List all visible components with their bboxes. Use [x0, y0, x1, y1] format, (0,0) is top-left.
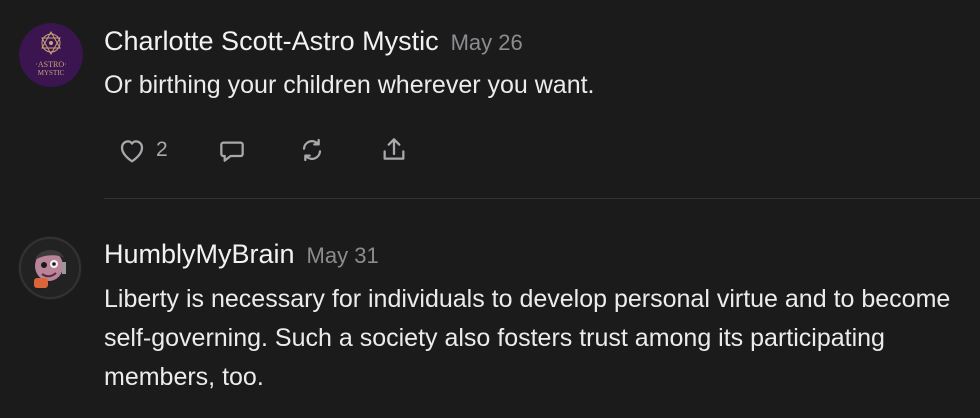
- comment-body: Liberty is necessary for individuals to …: [104, 285, 951, 391]
- comment-date[interactable]: May 26: [451, 30, 523, 55]
- reply-button[interactable]: [216, 130, 248, 170]
- restack-icon: [302, 138, 322, 162]
- like-count: 2: [156, 138, 168, 161]
- astro-mystic-logo-icon: ·ASTRO· MYSTIC: [19, 23, 83, 87]
- comment-author[interactable]: HumblyMyBrain: [104, 239, 295, 269]
- avatar-text-line1: ·ASTRO·: [35, 60, 67, 69]
- comment-divider: [104, 198, 980, 199]
- restack-button[interactable]: [296, 130, 328, 170]
- like-button[interactable]: 2: [116, 130, 168, 170]
- comment-body: Or birthing your children wherever you w…: [104, 71, 595, 99]
- comment-icon: [220, 141, 244, 162]
- avatar[interactable]: ·ASTRO· MYSTIC: [19, 23, 83, 87]
- share-button[interactable]: [378, 130, 410, 170]
- comment-author-line: Charlotte Scott-Astro Mystic May 26: [104, 26, 523, 57]
- share-icon: [383, 138, 405, 160]
- comment-author-line: HumblyMyBrain May 31: [104, 239, 379, 270]
- comment: ·ASTRO· MYSTIC Charlotte Scott-Astro Mys…: [0, 0, 980, 198]
- heart-icon: [120, 140, 144, 163]
- comment-date[interactable]: May 31: [307, 243, 379, 268]
- cartoon-character-avatar-icon: [18, 236, 82, 300]
- comment: HumblyMyBrain May 31 Liberty is necessary…: [0, 200, 980, 418]
- avatar[interactable]: [18, 236, 82, 300]
- avatar-text-line2: MYSTIC: [38, 69, 65, 77]
- comment-author[interactable]: Charlotte Scott-Astro Mystic: [104, 26, 439, 56]
